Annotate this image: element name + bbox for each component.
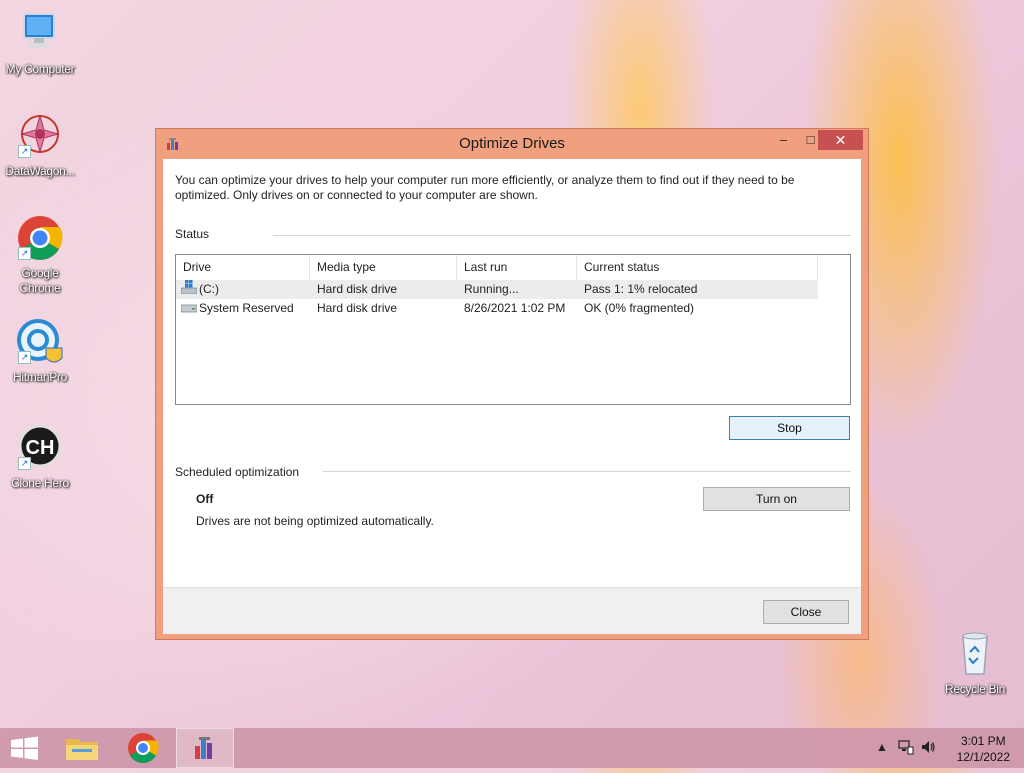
chrome-icon [128, 733, 159, 764]
desktop-icon-google-chrome[interactable]: ↗ Google Chrome [0, 214, 80, 296]
window-title: Optimize Drives [459, 135, 565, 152]
last-run: 8/26/2021 1:02 PM [464, 301, 566, 315]
desktop-icon-label: Recycle Bin [944, 682, 1006, 696]
taskbar: ▲ 3:01 PM 12/1/2022 [0, 728, 1024, 768]
desktop-icon-hitmanpro[interactable]: ↗ HitmanPro [0, 318, 80, 385]
folder-icon [66, 739, 98, 760]
desktop-icon-recycle-bin[interactable]: Recycle Bin [935, 630, 1015, 697]
optimize-drives-window: Optimize Drives – □ ✕ You can optimize y… [155, 128, 869, 640]
drive-list[interactable]: Drive Media type Last run Current status… [175, 254, 851, 405]
windows-logo-icon [11, 736, 38, 760]
scheduled-section-title: Scheduled optimization [175, 465, 300, 479]
network-icon[interactable] [898, 739, 914, 758]
status-section-title: Status [175, 227, 210, 241]
drive-icon [180, 299, 198, 319]
title-bar[interactable]: Optimize Drives – □ ✕ [156, 129, 868, 159]
column-header-last-run[interactable]: Last run [457, 255, 577, 279]
drive-name: System Reserved [199, 301, 294, 315]
column-header-media-type[interactable]: Media type [310, 255, 457, 279]
clock-date: 12/1/2022 [956, 750, 1010, 764]
show-hidden-icons-button[interactable]: ▲ [876, 740, 888, 754]
hitmanpro-icon: ↗ [16, 318, 64, 366]
datawagon-icon: ↗ [16, 112, 64, 160]
shortcut-arrow-icon: ↗ [18, 351, 31, 364]
drive-list-header: Drive Media type Last run Current status [176, 255, 818, 279]
dialog-footer: Close [163, 587, 861, 634]
close-window-button[interactable]: ✕ [818, 130, 863, 150]
column-header-current-status[interactable]: Current status [577, 255, 818, 279]
schedule-note: Drives are not being optimized automatic… [196, 514, 434, 528]
desktop-icon-label: DataWagon... [5, 164, 75, 178]
window-client-area: You can optimize your drives to help you… [163, 159, 861, 634]
shortcut-arrow-icon: ↗ [18, 247, 31, 260]
stop-button[interactable]: Stop [729, 416, 850, 440]
windows-drive-icon [180, 280, 198, 300]
drive-name: (C:) [199, 282, 219, 296]
shortcut-arrow-icon: ↗ [18, 145, 31, 158]
system-clock[interactable]: 3:01 PM 12/1/2022 [957, 733, 1010, 765]
shortcut-arrow-icon: ↗ [18, 457, 31, 470]
start-button[interactable] [0, 728, 58, 768]
desktop-icon-label: HitmanPro [13, 370, 67, 384]
desktop-icon-label: My Computer [5, 62, 75, 76]
desktop-icon-label: Clone Hero [11, 476, 69, 490]
computer-icon [16, 10, 64, 58]
drive-row-c[interactable]: (C:) Hard disk drive Running... Pass 1: … [176, 280, 818, 299]
minimize-button[interactable]: – [770, 130, 797, 150]
schedule-state: Off [196, 492, 214, 506]
volume-icon[interactable] [920, 739, 936, 758]
desktop-icon-clone-hero[interactable]: CH ↗ Clone Hero [0, 424, 80, 491]
media-type: Hard disk drive [317, 282, 398, 296]
status-divider [273, 235, 851, 236]
recycle-bin-icon [951, 630, 999, 678]
taskbar-optimize-drives[interactable] [176, 728, 234, 768]
clock-time: 3:01 PM [960, 734, 1006, 748]
desktop-icon-label: Google Chrome [19, 266, 61, 295]
desktop-icon-datawagon[interactable]: ↗ DataWagon... [0, 112, 80, 179]
defrag-app-icon [195, 737, 212, 759]
last-run: Running... [464, 282, 519, 296]
close-button[interactable]: Close [763, 600, 849, 624]
scheduled-divider [323, 471, 851, 472]
desktop-icon-my-computer[interactable]: My Computer [0, 10, 80, 77]
turn-on-button[interactable]: Turn on [703, 487, 850, 511]
description-text: You can optimize your drives to help you… [175, 173, 795, 202]
clone-hero-logo-text: CH [26, 437, 55, 459]
drive-row-system-reserved[interactable]: System Reserved Hard disk drive 8/26/202… [176, 299, 818, 318]
chrome-icon: ↗ [16, 214, 64, 262]
current-status: OK (0% fragmented) [584, 301, 695, 315]
taskbar-chrome[interactable] [114, 728, 172, 768]
current-status: Pass 1: 1% relocated [584, 282, 698, 296]
media-type: Hard disk drive [317, 301, 398, 315]
taskbar-file-explorer[interactable] [54, 728, 112, 768]
clone-hero-icon: CH ↗ [16, 424, 64, 472]
column-header-drive[interactable]: Drive [176, 255, 310, 279]
